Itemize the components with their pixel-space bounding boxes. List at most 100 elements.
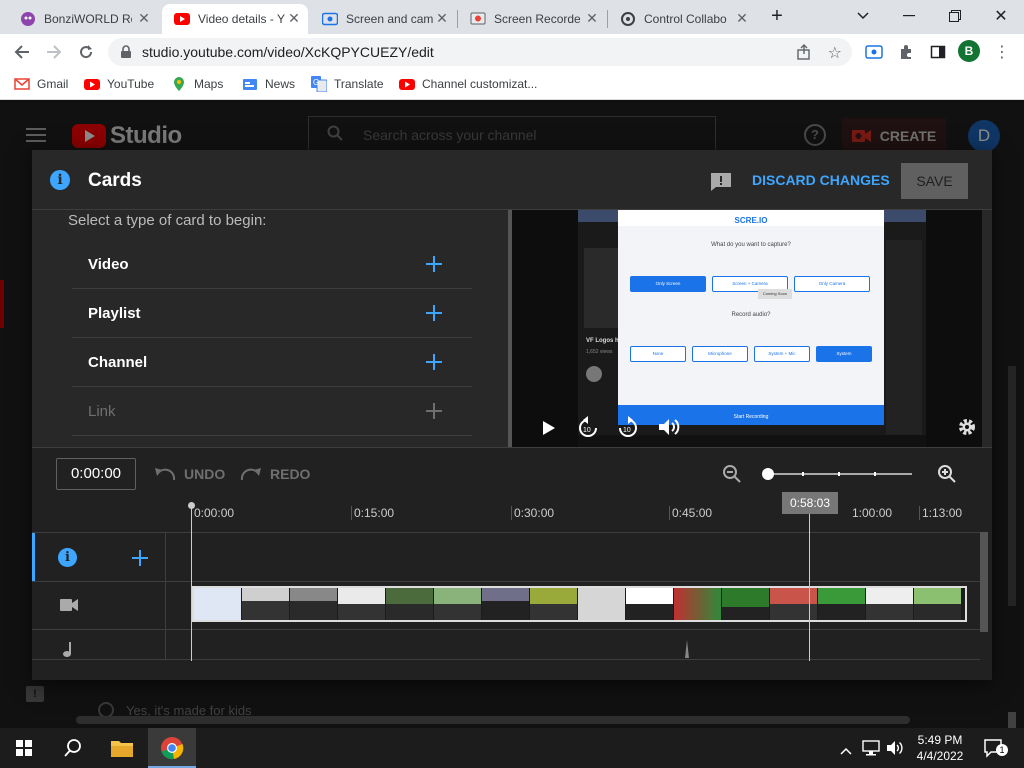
speaker-icon[interactable]	[886, 740, 904, 761]
close-tab-icon[interactable]: ✕	[136, 10, 152, 26]
bookmark-translate[interactable]: G Translate	[311, 76, 384, 92]
clock-date: 4/4/2022	[916, 749, 964, 763]
start-marker[interactable]	[188, 502, 195, 661]
profile-avatar[interactable]: B	[958, 40, 980, 62]
save-button[interactable]: SAVE	[901, 163, 968, 199]
svg-text:10: 10	[583, 427, 591, 434]
extensions-puzzle-icon[interactable]	[894, 40, 918, 64]
card-type-video[interactable]: Video	[72, 240, 472, 289]
add-card-plus-icon[interactable]	[132, 550, 148, 571]
playhead[interactable]	[809, 510, 810, 661]
rewind-10-icon[interactable]: 10	[578, 416, 598, 443]
windows-taskbar: 5:49 PM 4/4/2022 1	[0, 728, 1024, 768]
filmstrip-thumbnail	[818, 588, 865, 620]
bookmark-maps[interactable]: Maps	[171, 76, 223, 92]
feedback-report-icon[interactable]	[710, 172, 732, 197]
audio-option-none: None	[630, 346, 686, 362]
reload-icon[interactable]	[74, 40, 98, 64]
chrome-taskbar-button[interactable]	[148, 728, 196, 768]
bookmark-channel-customization[interactable]: Channel customizat...	[399, 76, 537, 92]
undo-label: UNDO	[184, 466, 226, 482]
share-icon[interactable]	[796, 44, 812, 65]
card-type-label: Channel	[88, 353, 148, 371]
zoom-slider-thumb[interactable]	[762, 468, 774, 480]
redo-label: REDO	[270, 466, 311, 482]
close-tab-icon[interactable]: ✕	[584, 10, 600, 26]
timeline-scrollbar[interactable]	[980, 532, 988, 632]
network-icon[interactable]	[862, 740, 880, 761]
add-plus-disabled-icon	[424, 401, 444, 421]
zoom-slider-tick	[802, 472, 804, 476]
bookmark-gmail[interactable]: Gmail	[14, 76, 68, 92]
screen-recorder-extension-icon[interactable]	[862, 40, 886, 64]
taskbar-search-icon[interactable]	[64, 739, 82, 762]
zoom-out-icon[interactable]	[722, 464, 742, 489]
discard-changes-button[interactable]: DISCARD CHANGES	[752, 172, 890, 188]
audio-option-system-mic: System + Mic	[754, 346, 810, 362]
capture-question: What do you want to capture?	[711, 242, 791, 248]
windows-start-icon[interactable]	[16, 740, 32, 761]
bookmark-news[interactable]: News	[242, 76, 295, 92]
card-type-channel[interactable]: Channel	[72, 338, 472, 387]
address-bar[interactable]: studio.youtube.com/video/XcKQPYCUEZY/edi…	[108, 38, 852, 66]
close-tab-icon[interactable]: ✕	[434, 10, 450, 26]
player-settings-gear-icon[interactable]	[958, 418, 976, 441]
forward-10-icon[interactable]: 10	[618, 416, 638, 443]
tab-search-chevron-icon[interactable]	[848, 4, 878, 28]
undo-icon	[155, 468, 176, 481]
filmstrip-thumbnail	[722, 588, 769, 620]
play-button[interactable]	[542, 420, 556, 441]
close-window-button[interactable]: ✕	[986, 4, 1016, 28]
info-icon[interactable]: i	[50, 170, 70, 190]
filmstrip-thumbnail	[338, 588, 385, 620]
redo-button[interactable]: REDO	[240, 466, 310, 482]
screen-recorder-alt-favicon-icon	[470, 11, 486, 27]
youtube-favicon-icon	[174, 11, 190, 27]
youtube-icon	[399, 79, 415, 90]
notification-center-icon[interactable]: 1	[984, 738, 1008, 763]
clock-time: 5:49 PM	[917, 733, 963, 747]
chrome-icon	[161, 737, 184, 760]
dialog-header: i Cards DISCARD CHANGES SAVE	[32, 150, 992, 210]
add-plus-icon[interactable]	[424, 303, 444, 323]
side-panel-icon[interactable]	[926, 40, 950, 64]
add-plus-icon[interactable]	[424, 352, 444, 372]
preview-video-views: 1,652 views	[586, 349, 613, 355]
tab-video-details[interactable]: Video details - Y ✕	[162, 4, 308, 34]
bookmark-label: YouTube	[107, 77, 155, 91]
clock[interactable]: 5:49 PM 4/4/2022	[914, 732, 966, 764]
bookmark-youtube[interactable]: YouTube	[84, 76, 154, 92]
bookmark-star-icon[interactable]: ☆	[828, 43, 842, 63]
card-type-playlist[interactable]: Playlist	[72, 289, 472, 338]
video-filmstrip[interactable]	[192, 586, 967, 622]
current-time-box[interactable]: 0:00:00	[56, 458, 136, 490]
file-explorer-icon[interactable]	[110, 738, 134, 763]
minimize-button[interactable]	[894, 4, 924, 28]
tab-screen-recorder[interactable]: Screen Recorde ✕	[458, 4, 606, 34]
zoom-slider[interactable]	[762, 468, 916, 480]
screio-header: SCRE.IO	[618, 210, 884, 226]
add-plus-icon[interactable]	[424, 254, 444, 274]
close-tab-icon[interactable]: ✕	[734, 10, 750, 26]
restore-button[interactable]	[940, 4, 970, 28]
filmstrip-thumbnail	[674, 588, 721, 620]
tab-bonziworld[interactable]: BonziWORLD Re ✕	[8, 4, 158, 34]
volume-icon[interactable]	[658, 418, 680, 441]
close-tab-icon[interactable]: ✕	[286, 10, 302, 26]
timeline-editor: 0:00:00 UNDO REDO 0:00:00 0:15:00 0:30:0…	[32, 447, 992, 680]
current-time-value: 0:00:00	[70, 465, 122, 482]
browser-menu-kebab-icon[interactable]: ⋮	[990, 40, 1014, 64]
show-hidden-icons-chevron-icon[interactable]	[840, 742, 852, 760]
new-tab-button[interactable]: +	[762, 4, 792, 28]
forward-arrow-icon[interactable]	[42, 40, 66, 64]
filmstrip-thumbnail	[578, 588, 625, 620]
video-preview[interactable]: VF Logos h 1,652 views SCRE.IO What do y…	[512, 210, 982, 447]
undo-button[interactable]: UNDO	[154, 466, 225, 482]
playhead-time-tooltip: 0:58:03	[782, 492, 838, 514]
back-arrow-icon[interactable]	[10, 40, 34, 64]
settings-favicon-icon	[620, 11, 636, 27]
tab-screen-and-cam[interactable]: Screen and cam ✕	[310, 4, 456, 34]
track-label-divider	[165, 630, 166, 660]
tab-control-collabo[interactable]: Control Collabo ✕	[608, 4, 756, 34]
zoom-in-icon[interactable]	[937, 464, 957, 489]
